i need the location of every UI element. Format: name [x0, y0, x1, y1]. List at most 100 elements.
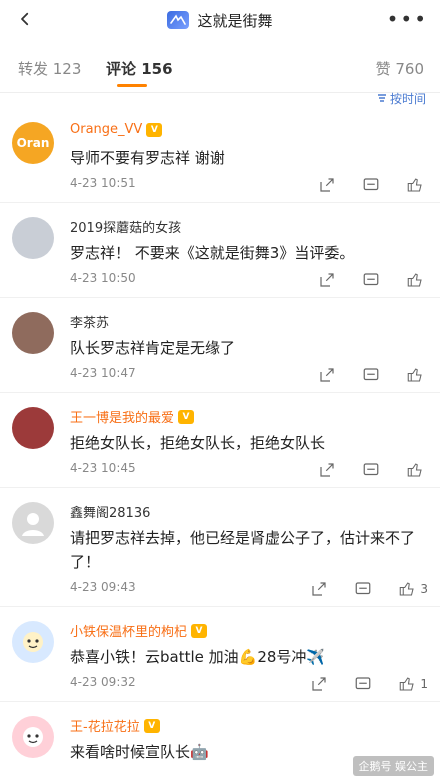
avatar[interactable] — [12, 716, 54, 758]
arrow-left-icon — [21, 12, 29, 26]
share-button[interactable] — [310, 580, 328, 598]
share-icon — [312, 677, 326, 691]
share-icon — [320, 463, 334, 477]
user-row: 李茶苏 — [70, 312, 109, 331]
username[interactable]: 王一博是我的最爱 — [70, 407, 174, 426]
comment-list: Oran Orange_VV V 导师不要有罗志祥 谢谢 4-23 10:51 … — [0, 108, 440, 782]
username[interactable]: 鑫舞阁28136 — [70, 502, 150, 521]
comment-time: 4-23 10:45 — [70, 461, 136, 475]
comment-icon — [363, 368, 379, 381]
like-button[interactable] — [406, 271, 428, 289]
comment-item: Oran Orange_VV V 导师不要有罗志祥 谢谢 4-23 10:51 — [0, 108, 440, 203]
cartoon-avatar-icon — [23, 632, 43, 652]
user-row: 王-花拉花拉 V — [70, 716, 160, 735]
comment-time: 4-23 10:50 — [70, 271, 136, 285]
reply-button[interactable] — [362, 271, 380, 289]
cartoon-avatar-icon — [23, 727, 43, 747]
user-row: 小铁保温杯里的枸杞 V — [70, 621, 208, 640]
reply-button[interactable] — [362, 366, 380, 384]
like-count: 1 — [420, 677, 428, 691]
thumbs-up-icon — [407, 178, 422, 192]
comment-text: 导师不要有罗志祥 谢谢 — [70, 149, 225, 167]
comment-text: 请把罗志祥去掉，他已经是肾虚公子了，估计来不了了！ — [70, 529, 416, 571]
avatar[interactable] — [12, 407, 54, 449]
share-button[interactable] — [318, 461, 336, 479]
topic-logo-icon — [167, 11, 190, 29]
comment-time: 4-23 10:47 — [70, 366, 136, 380]
comment-text: 恭喜小铁！云battle 加油💪28号冲✈️ — [70, 648, 326, 666]
like-button[interactable]: 1 — [398, 675, 428, 693]
more-horizontal-icon: ••• — [386, 7, 428, 31]
share-icon — [320, 368, 334, 382]
sort-icon — [377, 94, 386, 102]
tab-likes[interactable]: 赞 760 — [376, 58, 424, 79]
comment-item: 鑫舞阁28136 请把罗志祥去掉，他已经是肾虚公子了，估计来不了了！ 4-23 … — [0, 488, 440, 607]
user-row: 2019探蘑菇的女孩 — [70, 217, 181, 236]
vip-badge-icon: V — [143, 718, 160, 733]
comment-icon — [356, 677, 371, 690]
reply-button[interactable] — [354, 580, 372, 598]
comment-actions: 3 — [310, 580, 428, 598]
tab-repost[interactable]: 转发 123 — [18, 58, 81, 79]
avatar[interactable] — [12, 502, 54, 544]
comment-item: 李茶苏 队长罗志祥肯定是无缘了 4-23 10:47 — [0, 298, 440, 393]
share-button[interactable] — [318, 176, 336, 194]
user-row: 鑫舞阁28136 — [70, 502, 150, 521]
vip-badge-icon: V — [178, 409, 195, 424]
dance-logo-icon — [170, 14, 187, 25]
avatar-label: Oran — [16, 136, 50, 150]
thumbs-up-icon — [407, 463, 422, 477]
username[interactable]: 小铁保温杯里的枸杞 — [70, 621, 187, 640]
username[interactable]: 2019探蘑菇的女孩 — [70, 217, 181, 236]
comment-actions — [318, 271, 428, 289]
vip-badge-icon: V — [146, 122, 163, 137]
thumbs-up-icon — [407, 273, 422, 287]
comment-actions — [318, 176, 428, 194]
share-button[interactable] — [318, 271, 336, 289]
page-title: 这就是街舞 — [197, 11, 273, 30]
share-button[interactable] — [310, 675, 328, 693]
comment-icon — [356, 582, 371, 595]
reply-button[interactable] — [362, 461, 380, 479]
comment-item: 王一博是我的最爱 V 拒绝女队长，拒绝女队长，拒绝女队长 4-23 10:45 — [0, 393, 440, 488]
reply-button[interactable] — [354, 675, 372, 693]
watermark: 企鹅号 娱公主 — [352, 756, 434, 776]
sort-label: 按时间 — [389, 91, 426, 106]
username[interactable]: 王-花拉花拉 — [70, 716, 140, 735]
thumbs-up-icon — [400, 677, 415, 691]
comment-text: 队长罗志祥肯定是无缘了 — [70, 339, 236, 357]
tabs: 转发 123 评论 156 赞 760 — [0, 40, 440, 93]
like-button[interactable]: 3 — [398, 580, 428, 598]
active-tab-indicator — [117, 84, 147, 87]
user-row: 王一博是我的最爱 V — [70, 407, 195, 426]
like-count: 3 — [420, 582, 428, 596]
more-button[interactable]: ••• — [386, 7, 428, 31]
share-button[interactable] — [318, 366, 336, 384]
username[interactable]: Orange_VV — [70, 122, 142, 137]
tab-comments[interactable]: 评论 156 — [106, 58, 173, 79]
username[interactable]: 李茶苏 — [70, 312, 109, 331]
comment-time: 4-23 10:51 — [70, 176, 136, 190]
page-title-group: 这就是街舞 — [167, 10, 273, 31]
avatar[interactable] — [12, 312, 54, 354]
comment-item: 2019探蘑菇的女孩 罗志祥！ 不要来《这就是街舞3》当评委。 4-23 10:… — [0, 203, 440, 298]
avatar[interactable] — [12, 217, 54, 259]
comment-time: 4-23 09:32 — [70, 675, 136, 689]
reply-button[interactable] — [362, 176, 380, 194]
comment-actions: 1 — [310, 675, 428, 693]
like-button[interactable] — [406, 176, 428, 194]
comment-icon — [363, 273, 379, 286]
like-button[interactable] — [406, 461, 428, 479]
comment-icon — [363, 178, 379, 191]
comment-actions — [318, 461, 428, 479]
share-icon — [320, 273, 334, 287]
avatar[interactable]: Oran — [12, 122, 54, 164]
vip-badge-icon: V — [191, 623, 208, 638]
default-avatar-icon — [22, 513, 44, 536]
avatar[interactable] — [12, 621, 54, 663]
comment-item: 小铁保温杯里的枸杞 V 恭喜小铁！云battle 加油💪28号冲✈️ 4-23 … — [0, 607, 440, 702]
comment-text: 拒绝女队长，拒绝女队长，拒绝女队长 — [70, 434, 326, 452]
like-button[interactable] — [406, 366, 428, 384]
sort-toggle[interactable]: 按时间 — [376, 91, 426, 105]
back-button[interactable] — [10, 6, 40, 32]
